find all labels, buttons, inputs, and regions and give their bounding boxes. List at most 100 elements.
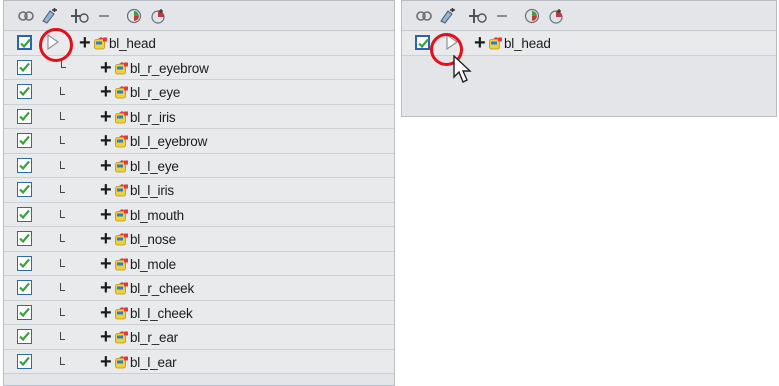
layer-expand-icon[interactable]: + [100,302,112,324]
layer-name[interactable]: bl_head [109,36,156,51]
layer-name[interactable]: bl_mole [130,257,176,272]
add-layer-icon[interactable] [71,7,89,25]
layer-row[interactable]: + bl_l_cheek [4,300,394,325]
layer-row[interactable]: + bl_r_eye [4,80,394,105]
layer-expand-icon[interactable]: + [100,106,112,128]
layer-name[interactable]: bl_nose [130,232,176,247]
layer-visibility-checkbox[interactable] [17,182,32,197]
layer-row[interactable]: + bl_r_iris [4,104,394,129]
layer-visibility-checkbox[interactable] [17,133,32,148]
layer-visibility-checkbox[interactable] [17,206,32,222]
layer-row[interactable]: + bl_nose [4,227,394,252]
layer-expand-icon[interactable]: + [100,228,112,250]
layer-visibility-checkbox[interactable] [17,84,32,99]
check-icon [19,282,30,293]
layer-name[interactable]: bl_r_ear [130,330,178,345]
check-icon [19,184,30,195]
layer-name[interactable]: bl_l_iris [130,183,174,198]
layer-row[interactable]: + bl_l_ear [4,349,394,374]
layer-row[interactable]: + bl_r_cheek [4,276,394,301]
add-drawing-icon[interactable] [439,7,457,25]
check-icon [19,307,30,317]
layer-row[interactable]: + bl_l_eye [4,153,394,178]
drawing-layer-icon [115,184,129,197]
check-icon [20,38,31,49]
layer-list: + bl_head + bl_r_eyebrow + bl_r_eye + bl_r_iris… [4,31,394,374]
check-icon [19,135,30,146]
check-icon [19,62,30,72]
layer-visibility-checkbox[interactable] [17,108,32,124]
layer-expand-icon[interactable]: + [100,179,112,201]
layer-visibility-checkbox[interactable] [17,353,32,369]
layer-expand-icon[interactable]: + [100,130,112,152]
layer-visibility-checkbox[interactable] [17,280,32,295]
check-icon [19,111,30,121]
hierarchy-connector-icon [60,136,65,144]
layer-expand-icon[interactable]: + [100,57,112,79]
drawing-layer-icon [115,159,129,173]
hierarchy-connector-icon [60,209,65,218]
layer-name[interactable]: bl_head [504,36,551,51]
add-peg-icon[interactable] [547,7,565,25]
layer-expand-icon[interactable]: + [100,351,112,373]
hierarchy-connector-icon [60,307,65,316]
layer-name[interactable]: bl_l_cheek [130,306,193,321]
layer-visibility-checkbox[interactable] [17,304,32,320]
peg-icon[interactable] [523,7,541,25]
check-icon [418,38,429,49]
drawing-layer-icon [115,110,129,124]
layer-name[interactable]: bl_r_eye [130,85,180,100]
onion-skin-icon[interactable] [17,7,35,25]
drawing-layer-icon [115,355,129,369]
layer-expand-icon[interactable]: + [100,81,112,103]
layer-expand-icon[interactable]: + [100,277,112,299]
layer-expand-icon[interactable]: + [474,32,486,54]
drawing-layer-icon [115,257,129,271]
layer-row[interactable]: + bl_l_iris [4,178,394,203]
remove-layer-icon[interactable] [493,7,511,25]
layer-row[interactable]: + bl_mole [4,251,394,276]
onion-skin-icon[interactable] [415,7,433,25]
layer-expand-icon[interactable]: + [100,253,112,275]
layer-visibility-checkbox[interactable] [17,157,32,173]
add-peg-icon[interactable] [149,7,167,25]
layer-row[interactable]: + bl_mouth [4,202,394,227]
add-layer-icon[interactable] [469,7,487,25]
remove-layer-icon[interactable] [95,7,113,25]
check-icon [19,209,30,219]
layer-name[interactable]: bl_mouth [130,208,184,223]
drawing-layer-icon [94,37,108,50]
layer-row[interactable]: + bl_r_ear [4,325,394,350]
layer-name[interactable]: bl_l_eye [130,159,179,174]
hierarchy-connector-icon [60,87,65,95]
peg-icon[interactable] [125,7,143,25]
layer-visibility-checkbox[interactable] [415,35,430,50]
layer-expand-icon[interactable]: + [100,326,112,348]
layer-toolbar [4,1,394,31]
drawing-layer-icon [115,282,129,295]
add-drawing-icon[interactable] [41,7,59,25]
layer-name[interactable]: bl_r_eyebrow [130,61,209,76]
layer-expand-icon[interactable]: + [100,204,112,226]
check-icon [19,258,30,268]
layer-visibility-checkbox[interactable] [17,35,32,50]
drawing-layer-icon [115,61,129,75]
check-icon [19,160,30,170]
layer-name[interactable]: bl_l_eyebrow [130,134,207,149]
highlight-circle [39,28,73,62]
layer-row[interactable]: + bl_l_eyebrow [4,129,394,154]
drawing-layer-icon [115,208,129,222]
layer-visibility-checkbox[interactable] [17,231,32,246]
hierarchy-connector-icon [60,283,65,291]
drawing-layer-icon [115,331,129,344]
layer-visibility-checkbox[interactable] [17,59,32,75]
layer-expand-icon[interactable]: + [79,32,91,54]
layer-visibility-checkbox[interactable] [17,329,32,344]
layer-toolbar [402,1,776,31]
layer-visibility-checkbox[interactable] [17,255,32,271]
layer-name[interactable]: bl_l_ear [130,355,177,370]
layer-expand-icon[interactable]: + [100,155,112,177]
layer-name[interactable]: bl_r_cheek [130,281,194,296]
layer-name[interactable]: bl_r_iris [130,110,176,125]
hierarchy-connector-icon [60,111,65,120]
